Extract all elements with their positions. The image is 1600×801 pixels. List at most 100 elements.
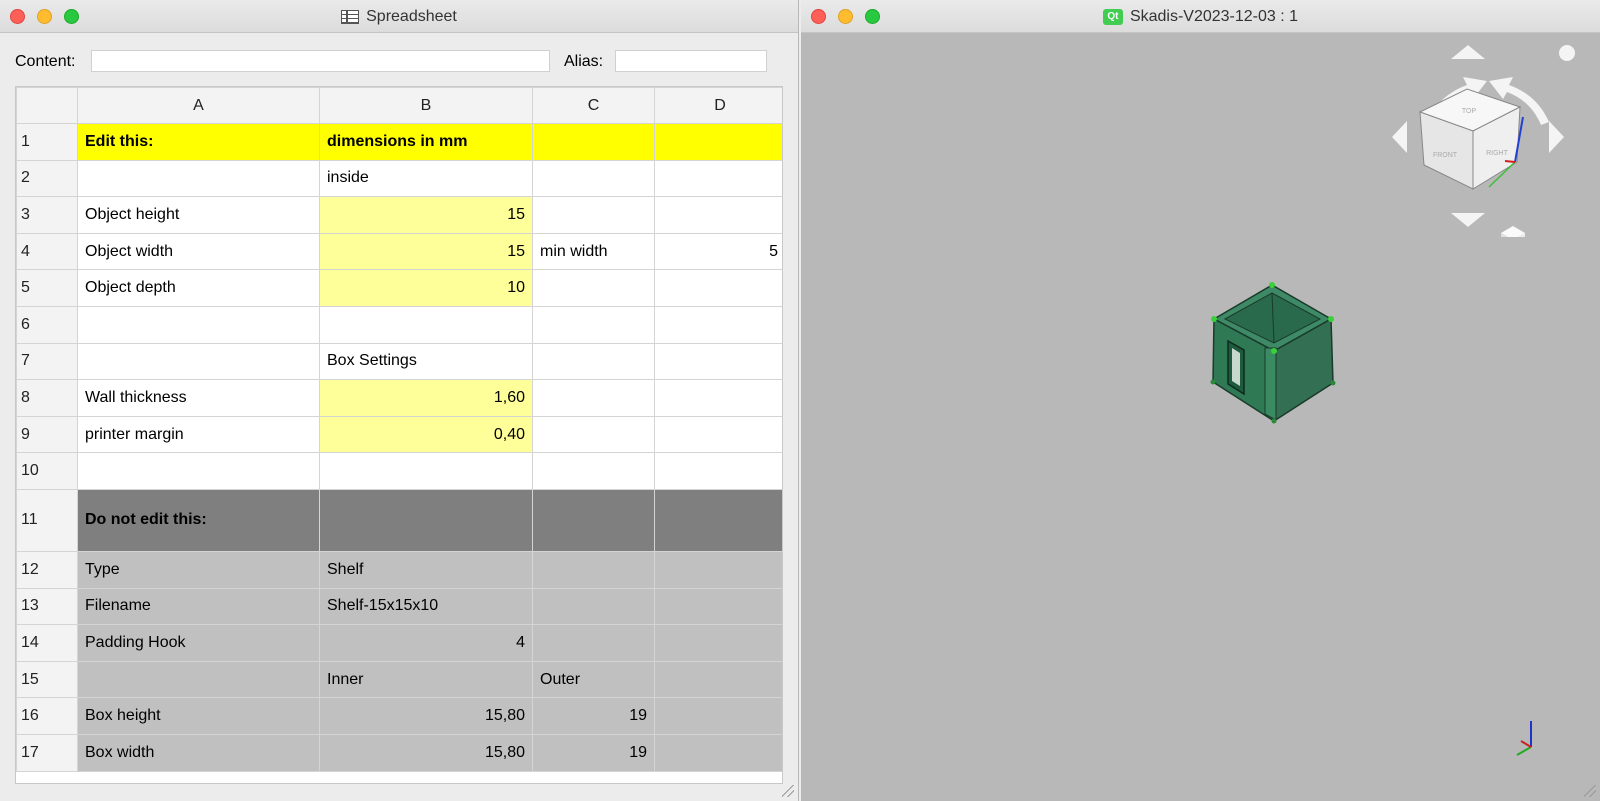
- column-header[interactable]: D: [654, 87, 782, 124]
- row-header[interactable]: 14: [16, 624, 78, 662]
- cell-d-13[interactable]: [654, 587, 782, 626]
- cell-a-5[interactable]: Object depth: [77, 269, 320, 307]
- cell-a-17[interactable]: Box width: [77, 733, 320, 772]
- resize-grip[interactable]: [1584, 785, 1596, 797]
- cell-c-8[interactable]: [532, 379, 655, 417]
- row-header[interactable]: 1: [16, 123, 78, 161]
- 3d-viewport[interactable]: TOP FRONT RIGHT: [801, 33, 1600, 801]
- cell-c-10[interactable]: [532, 452, 655, 490]
- cell-c-15[interactable]: Outer: [532, 660, 655, 699]
- column-header[interactable]: C: [532, 87, 655, 124]
- cell-c-12[interactable]: [532, 550, 655, 589]
- row-header[interactable]: 7: [16, 342, 78, 381]
- cell-a-11[interactable]: Do not edit this:: [77, 488, 320, 552]
- cell-b-17[interactable]: 15,80: [319, 733, 533, 772]
- cell-d-14[interactable]: [654, 624, 782, 662]
- spreadsheet-titlebar[interactable]: Spreadsheet: [0, 0, 798, 33]
- cell-c-4[interactable]: min width: [532, 232, 655, 271]
- cell-b-9[interactable]: 0,40: [319, 415, 533, 454]
- cell-a-1[interactable]: Edit this:: [77, 123, 320, 161]
- arrow-right-icon[interactable]: [1549, 121, 1564, 153]
- row-header[interactable]: 11: [16, 488, 78, 552]
- corner-header[interactable]: [16, 87, 78, 124]
- cell-d-6[interactable]: [654, 305, 782, 344]
- arrow-down-icon[interactable]: [1451, 213, 1485, 227]
- cell-d-16[interactable]: [654, 697, 782, 735]
- cell-a-2[interactable]: [77, 159, 320, 198]
- content-input[interactable]: [91, 50, 550, 72]
- arrow-left-icon[interactable]: [1392, 121, 1407, 153]
- cell-a-10[interactable]: [77, 452, 320, 490]
- cell-c-2[interactable]: [532, 159, 655, 198]
- cell-b-12[interactable]: Shelf: [319, 550, 533, 589]
- row-header[interactable]: 8: [16, 379, 78, 417]
- navigation-cube[interactable]: TOP FRONT RIGHT: [1387, 37, 1587, 237]
- cell-b-7[interactable]: Box Settings: [319, 342, 533, 381]
- cell-b-6[interactable]: [319, 305, 533, 344]
- cell-a-4[interactable]: Object width: [77, 232, 320, 271]
- cell-b-14[interactable]: 4: [319, 624, 533, 662]
- cell-c-14[interactable]: [532, 624, 655, 662]
- cell-a-12[interactable]: Type: [77, 550, 320, 589]
- row-header[interactable]: 3: [16, 196, 78, 234]
- row-header[interactable]: 2: [16, 159, 78, 198]
- row-header[interactable]: 13: [16, 587, 78, 626]
- cell-c-17[interactable]: 19: [532, 733, 655, 772]
- cell-b-4[interactable]: 15: [319, 232, 533, 271]
- cell-c-3[interactable]: [532, 196, 655, 234]
- alias-input[interactable]: [615, 50, 767, 72]
- cell-c-5[interactable]: [532, 269, 655, 307]
- cell-a-7[interactable]: [77, 342, 320, 381]
- cell-d-4[interactable]: 5: [654, 232, 782, 271]
- cell-c-13[interactable]: [532, 587, 655, 626]
- row-header[interactable]: 17: [16, 733, 78, 772]
- cell-b-15[interactable]: Inner: [319, 660, 533, 699]
- cell-b-5[interactable]: 10: [319, 269, 533, 307]
- cell-d-17[interactable]: [654, 733, 782, 772]
- row-header[interactable]: 10: [16, 452, 78, 490]
- row-header[interactable]: 16: [16, 697, 78, 735]
- cell-b-11[interactable]: [319, 488, 533, 552]
- cell-c-11[interactable]: [532, 488, 655, 552]
- cell-a-8[interactable]: Wall thickness: [77, 379, 320, 417]
- view-titlebar[interactable]: Qt Skadis-V2023-12-03 : 1: [801, 0, 1600, 33]
- row-header[interactable]: 4: [16, 232, 78, 271]
- column-header[interactable]: B: [319, 87, 533, 124]
- cell-b-16[interactable]: 15,80: [319, 697, 533, 735]
- cell-b-3[interactable]: 15: [319, 196, 533, 234]
- cell-d-1[interactable]: [654, 123, 782, 161]
- cell-b-2[interactable]: inside: [319, 159, 533, 198]
- cell-b-10[interactable]: [319, 452, 533, 490]
- cell-a-6[interactable]: [77, 305, 320, 344]
- cell-c-7[interactable]: [532, 342, 655, 381]
- cell-d-15[interactable]: [654, 660, 782, 699]
- row-header[interactable]: 12: [16, 550, 78, 589]
- cell-d-5[interactable]: [654, 269, 782, 307]
- cell-b-13[interactable]: Shelf-15x15x10: [319, 587, 533, 626]
- row-header[interactable]: 15: [16, 660, 78, 699]
- cell-c-1[interactable]: [532, 123, 655, 161]
- cell-d-12[interactable]: [654, 550, 782, 589]
- arrow-up-icon[interactable]: [1451, 45, 1485, 59]
- cell-b-8[interactable]: 1,60: [319, 379, 533, 417]
- view-menu-icon[interactable]: [1559, 45, 1575, 61]
- column-header[interactable]: A: [77, 87, 320, 124]
- cell-c-9[interactable]: [532, 415, 655, 454]
- spreadsheet-grid[interactable]: A B C D 1 Edit this: dimensions in mm 2 insi…: [15, 86, 783, 784]
- cell-d-7[interactable]: [654, 342, 782, 381]
- cell-d-11[interactable]: [654, 488, 782, 552]
- row-header[interactable]: 6: [16, 305, 78, 344]
- cell-a-14[interactable]: Padding Hook: [77, 624, 320, 662]
- cell-c-16[interactable]: 19: [532, 697, 655, 735]
- cell-a-3[interactable]: Object height: [77, 196, 320, 234]
- row-header[interactable]: 9: [16, 415, 78, 454]
- cell-a-13[interactable]: Filename: [77, 587, 320, 626]
- cell-d-2[interactable]: [654, 159, 782, 198]
- cell-d-9[interactable]: [654, 415, 782, 454]
- cell-d-10[interactable]: [654, 452, 782, 490]
- resize-grip[interactable]: [782, 785, 794, 797]
- cell-b-1[interactable]: dimensions in mm: [319, 123, 533, 161]
- row-header[interactable]: 5: [16, 269, 78, 307]
- cell-d-3[interactable]: [654, 196, 782, 234]
- cell-d-8[interactable]: [654, 379, 782, 417]
